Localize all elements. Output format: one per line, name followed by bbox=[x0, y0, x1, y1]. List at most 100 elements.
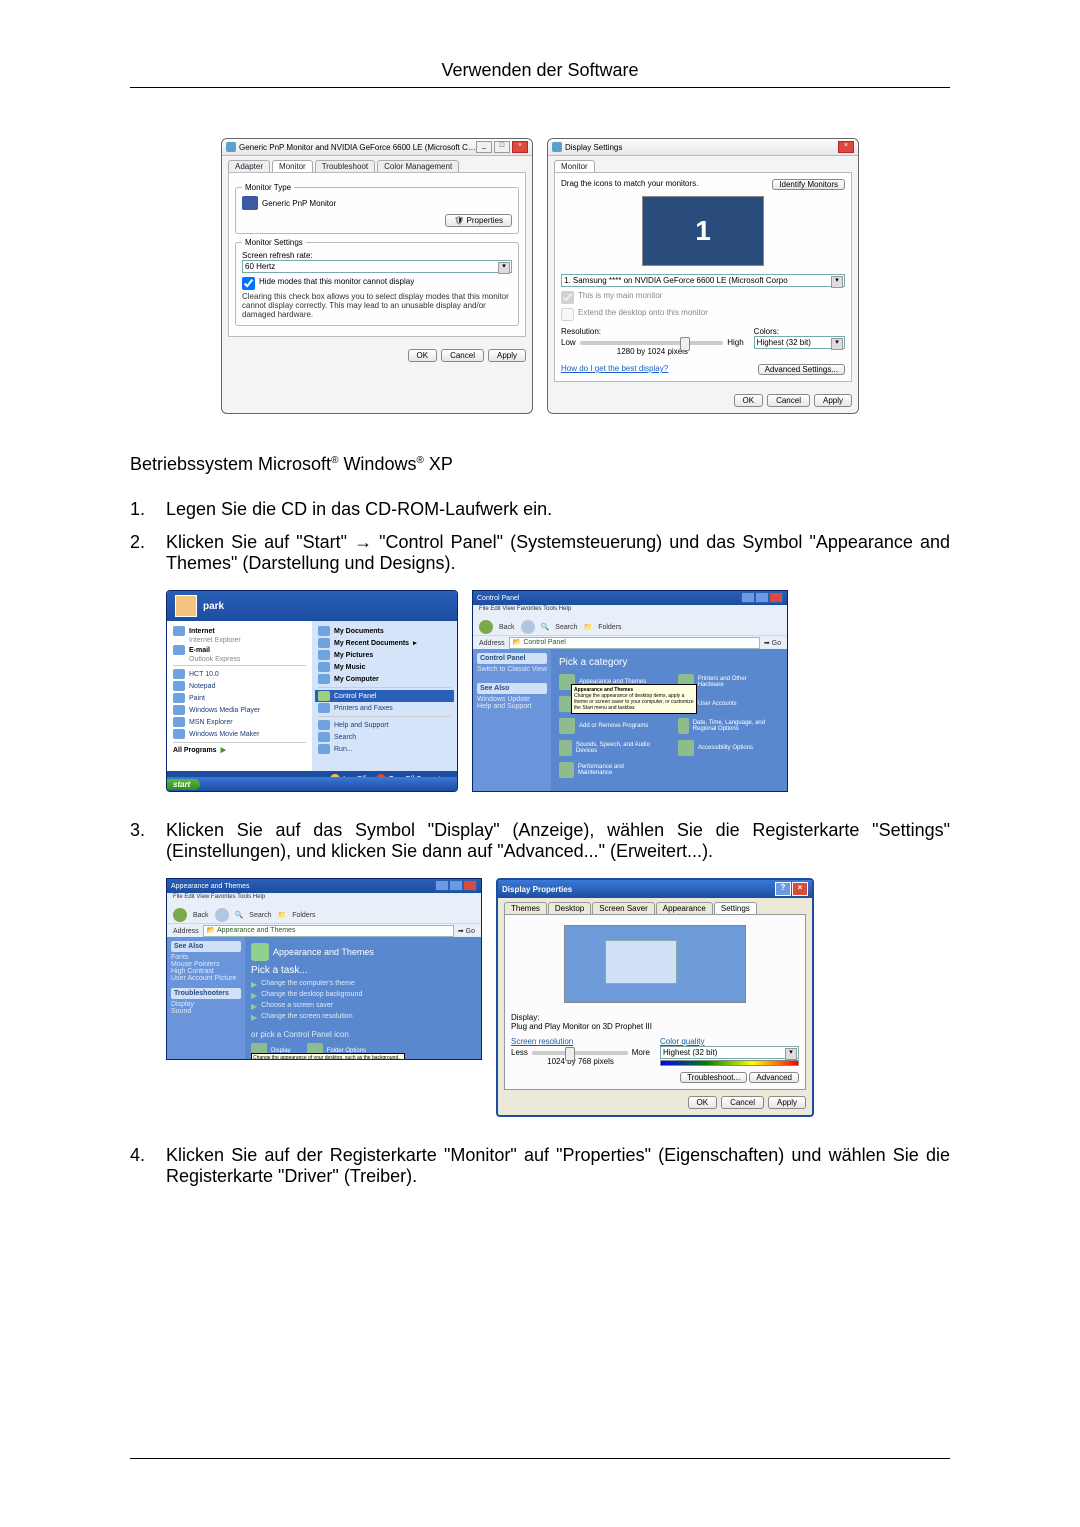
side-item[interactable]: High Contrast bbox=[171, 968, 241, 975]
cat-item[interactable]: Add or Remove Programs bbox=[559, 718, 654, 734]
cat-appearance[interactable]: Appearance and Themes Appearance and The… bbox=[559, 674, 654, 690]
right-item[interactable]: My Music bbox=[334, 664, 366, 671]
task-item[interactable]: ▶Change the desktop background bbox=[251, 991, 475, 1000]
properties-button[interactable]: 🛡 Properties bbox=[445, 214, 512, 227]
close-button[interactable] bbox=[463, 880, 477, 891]
ok-button[interactable]: OK bbox=[408, 349, 438, 362]
left-item[interactable]: Notepad bbox=[189, 683, 215, 690]
right-item[interactable]: Help and Support bbox=[334, 722, 388, 729]
cp-menu[interactable]: File Edit View Favorites Tools Help bbox=[479, 606, 781, 612]
close-button[interactable] bbox=[769, 592, 783, 603]
left-item[interactable]: E-mail bbox=[189, 647, 210, 654]
ts-item[interactable]: Display bbox=[171, 1001, 241, 1008]
left-item[interactable]: MSN Explorer bbox=[189, 719, 233, 726]
start-button[interactable]: start bbox=[167, 779, 200, 790]
monitor-preview[interactable]: 1 bbox=[642, 196, 764, 266]
tab-themes[interactable]: Themes bbox=[504, 902, 547, 914]
resolution-slider[interactable] bbox=[532, 1051, 628, 1055]
task-item[interactable]: ▶Change the screen resolution bbox=[251, 1013, 475, 1022]
search-label[interactable]: Search bbox=[249, 912, 271, 919]
cat-item[interactable]: Performance and Maintenance bbox=[559, 762, 654, 778]
left-item[interactable]: HCT 10.0 bbox=[189, 671, 219, 678]
apply-button[interactable]: Apply bbox=[814, 394, 852, 407]
task-item[interactable]: ▶Change the computer's theme bbox=[251, 980, 475, 989]
left-item[interactable]: Windows Movie Maker bbox=[189, 731, 259, 738]
maximize-button[interactable] bbox=[449, 880, 463, 891]
cancel-button[interactable]: Cancel bbox=[721, 1096, 764, 1109]
help-button[interactable]: ? bbox=[775, 882, 791, 896]
resolution-slider[interactable] bbox=[580, 341, 724, 345]
left-item[interactable]: Windows Media Player bbox=[189, 707, 260, 714]
left-item[interactable]: Internet bbox=[189, 628, 215, 635]
colors-combo[interactable]: Highest (32 bit) ▾ bbox=[754, 336, 845, 349]
hide-modes-checkbox[interactable]: Hide modes that this monitor cannot disp… bbox=[242, 277, 512, 290]
see-also-item[interactable]: Help and Support bbox=[477, 703, 547, 710]
cancel-button[interactable]: Cancel bbox=[767, 394, 810, 407]
forward-icon[interactable] bbox=[521, 620, 535, 634]
ok-button[interactable]: OK bbox=[734, 394, 764, 407]
right-item[interactable]: My Recent Documents bbox=[334, 640, 409, 647]
left-item[interactable]: Paint bbox=[189, 695, 205, 702]
right-item[interactable]: Run... bbox=[334, 746, 353, 753]
refresh-combo[interactable]: 60 Hertz ▾ bbox=[242, 260, 512, 273]
see-also-item[interactable]: Windows Update bbox=[477, 696, 547, 703]
forward-icon[interactable] bbox=[215, 908, 229, 922]
back-icon[interactable] bbox=[173, 908, 187, 922]
address-field[interactable]: 📂 Control Panel bbox=[509, 637, 760, 649]
back-icon[interactable] bbox=[479, 620, 493, 634]
tab-troubleshoot[interactable]: Troubleshoot bbox=[315, 160, 375, 172]
close-button[interactable]: × bbox=[792, 882, 808, 896]
cancel-button[interactable]: Cancel bbox=[441, 349, 484, 362]
ts-item[interactable]: Sound bbox=[171, 1008, 241, 1015]
maximize-button[interactable] bbox=[755, 592, 769, 603]
tab-adapter[interactable]: Adapter bbox=[228, 160, 270, 172]
side-item[interactable]: Fonts bbox=[171, 954, 241, 961]
right-item[interactable]: Printers and Faxes bbox=[334, 705, 393, 712]
right-item-control-panel[interactable]: Control Panel bbox=[334, 693, 376, 700]
all-programs[interactable]: All Programs bbox=[173, 747, 217, 754]
apply-button[interactable]: Apply bbox=[488, 349, 526, 362]
search-label[interactable]: Search bbox=[555, 624, 577, 631]
minimize-button[interactable] bbox=[435, 880, 449, 891]
right-item[interactable]: My Computer bbox=[334, 676, 379, 683]
tab-appearance[interactable]: Appearance bbox=[656, 902, 713, 914]
go-button[interactable]: ➡ Go bbox=[458, 927, 475, 935]
extend-desktop-checkbox[interactable]: Extend the desktop onto this monitor bbox=[561, 308, 845, 321]
color-quality-combo[interactable]: Highest (32 bit) ▾ bbox=[660, 1046, 799, 1059]
help-link[interactable]: How do I get the best display? bbox=[561, 364, 668, 375]
folders-label[interactable]: Folders bbox=[292, 912, 315, 919]
troubleshoot-button[interactable]: Troubleshoot... bbox=[680, 1072, 747, 1083]
ap-menu[interactable]: File Edit View Favorites Tools Help bbox=[173, 894, 475, 900]
identify-monitors-button[interactable]: Identify Monitors bbox=[772, 179, 845, 190]
minimize-button[interactable]: _ bbox=[476, 141, 492, 153]
advanced-settings-button[interactable]: Advanced Settings... bbox=[758, 364, 845, 375]
tab-monitor[interactable]: Monitor bbox=[272, 160, 313, 172]
ok-button[interactable]: OK bbox=[688, 1096, 718, 1109]
monitor-select[interactable]: 1. Samsung **** on NVIDIA GeForce 6600 L… bbox=[561, 274, 845, 287]
close-button[interactable]: × bbox=[512, 141, 528, 153]
cat-item[interactable]: Sounds, Speech, and Audio Devices bbox=[559, 740, 654, 756]
side-item[interactable]: Mouse Pointers bbox=[171, 961, 241, 968]
tab-desktop[interactable]: Desktop bbox=[548, 902, 591, 914]
folders-label[interactable]: Folders bbox=[598, 624, 621, 631]
cat-item[interactable]: Accessibility Options bbox=[678, 740, 773, 756]
cat-item[interactable]: Date, Time, Language, and Regional Optio… bbox=[678, 718, 773, 734]
tab-settings[interactable]: Settings bbox=[714, 902, 757, 914]
minimize-button[interactable] bbox=[741, 592, 755, 603]
side-item[interactable]: User Account Picture bbox=[171, 975, 241, 982]
right-item[interactable]: Search bbox=[334, 734, 356, 741]
right-item[interactable]: My Documents bbox=[334, 628, 384, 635]
go-button[interactable]: ➡ Go bbox=[764, 639, 781, 647]
close-button[interactable]: × bbox=[838, 141, 854, 153]
hide-modes-input[interactable] bbox=[242, 277, 255, 290]
tab-colormgmt[interactable]: Color Management bbox=[377, 160, 459, 172]
task-item[interactable]: ▶Choose a screen saver bbox=[251, 1002, 475, 1011]
maximize-button[interactable]: □ bbox=[494, 141, 510, 153]
tab-screensaver[interactable]: Screen Saver bbox=[592, 902, 654, 914]
address-field[interactable]: 📂 Appearance and Themes bbox=[203, 925, 454, 937]
display-icon-item[interactable]: Display Change the appearance of your de… bbox=[251, 1043, 291, 1059]
switch-classic-link[interactable]: Switch to Classic View bbox=[477, 666, 547, 673]
main-monitor-checkbox[interactable]: This is my main monitor bbox=[561, 291, 845, 304]
apply-button[interactable]: Apply bbox=[768, 1096, 806, 1109]
tab-monitor[interactable]: Monitor bbox=[554, 160, 595, 172]
